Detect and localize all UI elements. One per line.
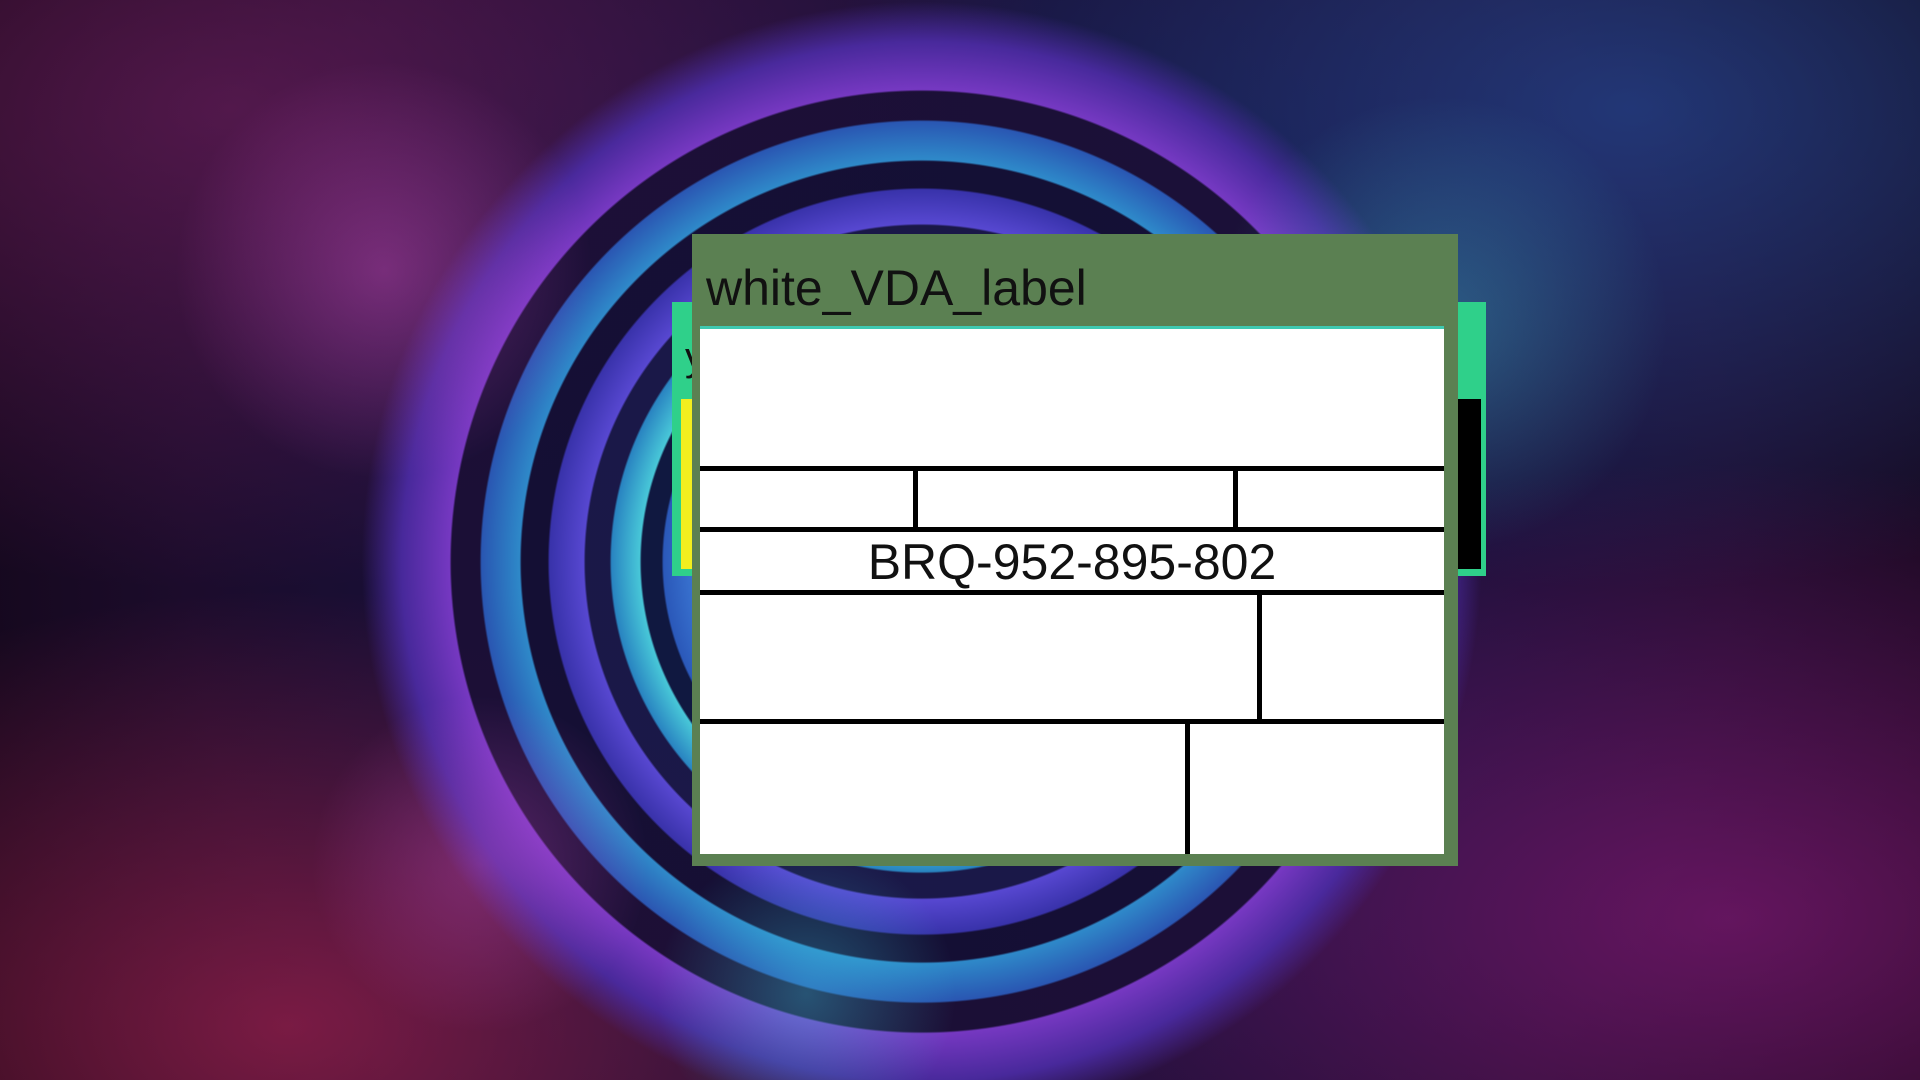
- label-window[interactable]: white_VDA_label BRQ-952-895-802: [692, 234, 1458, 866]
- label-field-4: [700, 595, 1257, 719]
- label-field-6: [700, 724, 1185, 854]
- label-window-title: white_VDA_label: [706, 260, 1087, 316]
- label-field-3: [1238, 471, 1444, 527]
- label-window-title-bar[interactable]: white_VDA_label: [692, 234, 1458, 326]
- serial-number: BRQ-952-895-802: [867, 534, 1277, 590]
- vda-label: BRQ-952-895-802: [700, 326, 1444, 854]
- label-divider: [700, 527, 1444, 532]
- label-field-7: [1190, 724, 1444, 854]
- label-field-2: [918, 471, 1233, 527]
- label-field-header: [700, 329, 1444, 466]
- label-field-5: [1262, 595, 1444, 719]
- label-field-1: [700, 471, 913, 527]
- desktop: y white_VDA_label BRQ-952-895-802: [0, 0, 1920, 1080]
